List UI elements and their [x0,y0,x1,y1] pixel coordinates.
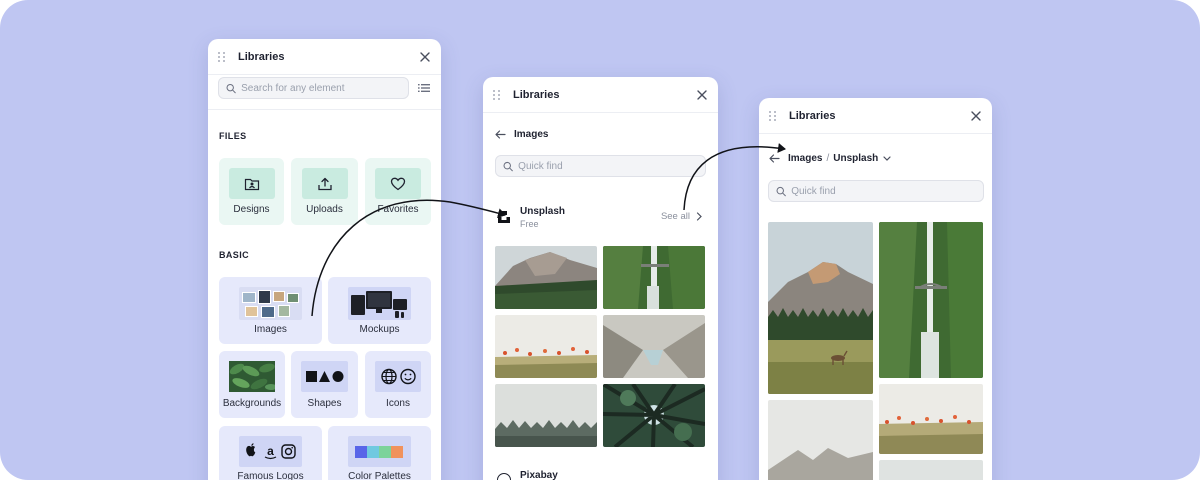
arrow-left-icon [495,130,506,139]
divider [208,109,441,110]
images-label: Images [254,324,287,335]
see-all-label: See all [660,211,690,222]
panel-title: Libraries [789,109,836,122]
backgrounds-leaves-thumbnail [229,361,275,392]
panel-header: Libraries [483,77,718,113]
breadcrumb-separator: / [826,153,830,164]
libraries-panel-main: Libraries FILES Designs Uploads [208,39,441,480]
quick-find-field[interactable] [495,155,706,177]
panel-title: Libraries [238,50,285,63]
famous-logos-tile[interactable]: a Famous Logos [219,426,322,480]
search-icon [226,83,236,93]
drag-handle-icon[interactable] [218,50,228,64]
icons-tile[interactable]: Icons [365,351,431,418]
color-palette-thumbnail [348,436,411,467]
quick-find-input[interactable] [518,160,705,172]
arrow-left-icon[interactable] [769,154,780,163]
color-palettes-tile[interactable]: Color Palettes [328,426,431,480]
photo-waterfall[interactable] [603,246,705,309]
uploads-label: Uploads [306,204,343,215]
photo-half-dome-deer[interactable] [768,222,873,394]
shapes-thumbnail [301,361,348,392]
quick-find-field[interactable] [768,180,984,202]
shapes-tile[interactable]: Shapes [291,351,358,418]
close-icon[interactable] [695,88,709,102]
photo-canyon[interactable] [603,315,705,378]
breadcrumb-parent[interactable]: Images [788,153,822,164]
shapes-label: Shapes [307,398,342,409]
mockups-devices-thumbnail [348,287,411,320]
close-icon[interactable] [969,109,983,123]
icons-label: Icons [386,398,410,409]
quick-find-input[interactable] [791,185,983,197]
folder-user-icon [228,168,275,199]
list-view-icon[interactable] [418,83,430,93]
mockups-tile[interactable]: Mockups [328,277,431,344]
favorites-tile[interactable]: Favorites [365,158,431,225]
search-icon [776,186,786,196]
images-collage-thumbnail [239,287,302,320]
photo-mountain[interactable] [495,246,597,309]
uploads-tile[interactable]: Uploads [291,158,358,225]
favorites-label: Favorites [377,204,419,215]
heart-icon [375,168,421,199]
search-field[interactable] [218,77,409,99]
photo-wildflowers-field[interactable] [879,384,983,454]
provider-price: Free [520,219,539,229]
see-all-link[interactable]: See all [661,211,702,222]
photo-foggy-partial[interactable] [879,460,983,480]
search-input[interactable] [241,82,408,94]
pixabay-logo-icon [497,473,511,480]
upload-icon [301,168,348,199]
breadcrumb-current[interactable]: Unsplash [833,153,878,164]
icons-thumbnail [375,361,421,392]
chevron-down-icon[interactable] [883,156,891,161]
close-icon[interactable] [418,50,432,64]
drag-handle-icon[interactable] [769,109,779,123]
back-navigation[interactable]: Images [495,129,548,140]
canvas-background: Libraries FILES Designs Uploads [0,0,1200,480]
panel-title: Libraries [513,88,560,101]
images-tile[interactable]: Images [219,277,322,344]
logos-thumbnail: a [239,436,302,467]
back-label: Images [514,129,549,140]
backgrounds-label: Backgrounds [222,398,282,409]
color-palettes-label: Color Palettes [348,471,411,480]
photo-trees-looking-up[interactable] [603,384,705,447]
libraries-panel-images: Libraries Images Unsplash Free See all [483,77,718,480]
mockups-label: Mockups [359,324,400,335]
drag-handle-icon[interactable] [493,88,503,102]
breadcrumb: Images / Unsplash [769,153,899,164]
search-icon [503,161,513,171]
libraries-panel-unsplash: Libraries Images / Unsplash [759,98,992,480]
svg-text:a: a [267,444,274,458]
photo-wildflowers[interactable] [495,315,597,378]
files-section-label: FILES [219,131,247,141]
chevron-right-icon [696,212,702,221]
provider-name: Pixabay [520,470,558,480]
provider-name: Unsplash [520,206,566,217]
photo-waterfall-tall[interactable] [879,222,983,378]
famous-logos-label: Famous Logos [237,471,304,480]
unsplash-logo-icon [498,211,510,223]
designs-tile[interactable]: Designs [219,158,284,225]
photo-foggy-forest[interactable] [495,384,597,447]
designs-label: Designs [233,204,270,215]
panel-header: Libraries [208,39,441,75]
panel-header: Libraries [759,98,992,134]
photo-misty-canyon[interactable] [768,400,873,480]
backgrounds-tile[interactable]: Backgrounds [219,351,285,418]
basic-section-label: BASIC [219,250,250,260]
